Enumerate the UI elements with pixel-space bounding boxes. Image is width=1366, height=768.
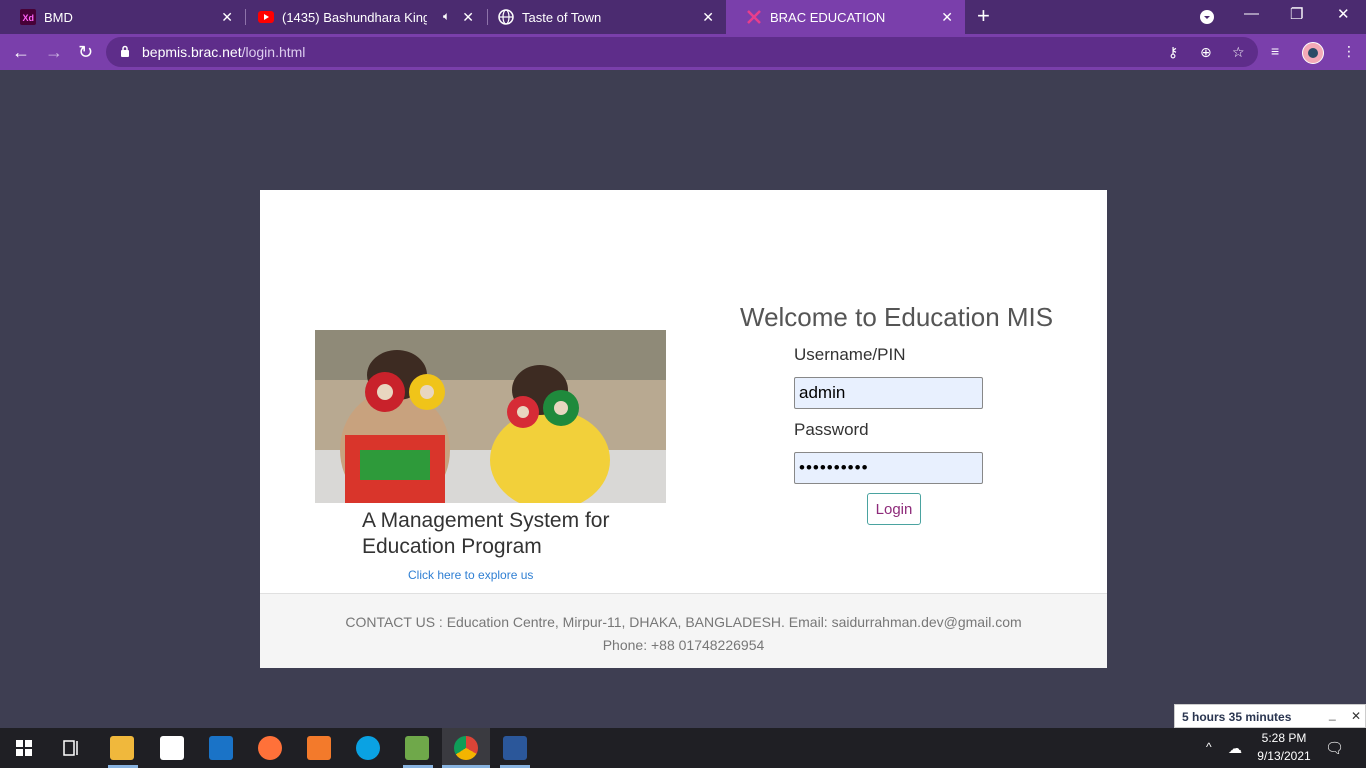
bookmark-star-icon[interactable]: ☆ <box>1232 44 1245 61</box>
address-toolbar: ← → ↻ bepmis.brac.net/login.html ⚷ ⊕ ☆ ≡… <box>0 34 1366 70</box>
password-field[interactable] <box>794 452 983 484</box>
login-card: A Management System for Education Progra… <box>260 190 1107 668</box>
window-close-icon[interactable]: ✕ <box>1337 5 1350 23</box>
explore-link[interactable]: Click here to explore us <box>408 568 533 582</box>
clock-time[interactable]: 5:28 PM <box>1260 731 1308 745</box>
tab-search-icon[interactable] <box>1199 9 1215 25</box>
globe-icon <box>498 9 514 25</box>
url-host: bepmis.brac.net <box>142 44 242 60</box>
tagline: A Management System for Education Progra… <box>362 509 610 558</box>
minimize-icon[interactable]: — <box>1244 5 1259 22</box>
forward-icon[interactable]: → <box>45 42 63 62</box>
zoom-icon[interactable]: ⊕ <box>1200 44 1212 61</box>
timer-text: 5 hours 35 minutes <box>1182 710 1292 724</box>
tab-brac-education[interactable]: BRAC EDUCATION ✕ <box>726 0 965 34</box>
chart-app-icon[interactable] <box>405 736 429 760</box>
page-title: Welcome to Education MIS <box>740 302 1054 332</box>
minimize-icon[interactable]: _ <box>1329 707 1336 721</box>
new-tab-icon[interactable]: + <box>977 5 990 27</box>
outlook-icon[interactable] <box>209 736 233 760</box>
password-label: Password <box>794 420 869 439</box>
timer-popup: 5 hours 35 minutes _ ✕ <box>1174 704 1366 728</box>
notifications-icon[interactable]: 🗨︎ <box>1325 739 1344 757</box>
word-icon[interactable] <box>503 736 527 760</box>
contact-info: CONTACT US : Education Centre, Mirpur-11… <box>345 614 1022 630</box>
firefox-icon[interactable] <box>258 736 282 760</box>
file-explorer-icon[interactable] <box>110 736 134 760</box>
tab-title: (1435) Bashundhara Kings Vs <box>282 9 427 25</box>
footer: CONTACT US : Education Centre, Mirpur-11… <box>260 593 1107 668</box>
svg-text:Xd: Xd <box>23 13 35 23</box>
youtube-icon <box>258 11 274 23</box>
taskbar: ^ ☁ 5:28 PM 9/13/2021 🗨︎ <box>0 728 1366 768</box>
omnibox[interactable]: bepmis.brac.net/login.html ⚷ ⊕ ☆ <box>106 37 1258 67</box>
media-control-icon[interactable]: ≡ <box>1271 43 1279 59</box>
windows-start-icon[interactable] <box>16 740 32 756</box>
tab-title: BRAC EDUCATION <box>770 9 886 25</box>
skype-icon[interactable] <box>356 736 380 760</box>
tab-title: Taste of Town <box>522 9 602 25</box>
phone-info: Phone: +88 01748226954 <box>602 637 765 653</box>
lock-icon[interactable] <box>120 45 130 58</box>
key-icon[interactable]: ⚷ <box>1168 44 1178 61</box>
tray-expand-icon[interactable]: ^ <box>1206 740 1212 754</box>
login-button[interactable]: Login <box>867 493 921 525</box>
speaker-icon[interactable]: 🔈︎ <box>443 9 450 24</box>
close-icon[interactable]: ✕ <box>221 9 233 26</box>
close-icon[interactable]: ✕ <box>462 9 474 26</box>
tab-taste-of-town[interactable]: Taste of Town ✕ <box>478 0 726 34</box>
url-path: /login.html <box>241 44 306 60</box>
tab-youtube[interactable]: (1435) Bashundhara Kings Vs 🔈︎ ✕ <box>238 0 486 34</box>
tab-title: BMD <box>44 9 73 25</box>
tab-bmd[interactable]: Xd BMD ✕ <box>0 0 245 34</box>
menu-dots-icon[interactable]: ⋮ <box>1342 43 1356 60</box>
username-field[interactable] <box>794 377 983 409</box>
tab-strip: Xd BMD ✕ (1435) Bashundhara Kings Vs 🔈︎ … <box>0 0 1366 34</box>
profile-avatar[interactable] <box>1302 42 1324 64</box>
close-icon[interactable]: ✕ <box>702 9 714 26</box>
close-icon[interactable]: ✕ <box>1351 709 1361 723</box>
clock-date[interactable]: 9/13/2021 <box>1253 749 1315 763</box>
adobe-xd-icon: Xd <box>20 9 36 25</box>
reload-icon[interactable]: ↻ <box>78 42 93 62</box>
chrome-icon[interactable] <box>454 736 478 760</box>
close-icon[interactable]: ✕ <box>941 9 953 26</box>
url-text[interactable]: bepmis.brac.net/login.html <box>142 44 305 60</box>
store-icon[interactable] <box>160 736 184 760</box>
task-view-icon[interactable] <box>63 740 81 756</box>
username-label: Username/PIN <box>794 345 906 364</box>
brac-icon <box>747 10 761 24</box>
back-icon[interactable]: ← <box>12 42 30 62</box>
restore-icon[interactable]: ❐ <box>1290 5 1303 23</box>
children-photo <box>315 330 666 503</box>
onedrive-icon[interactable]: ☁ <box>1228 740 1242 757</box>
xampp-icon[interactable] <box>307 736 331 760</box>
